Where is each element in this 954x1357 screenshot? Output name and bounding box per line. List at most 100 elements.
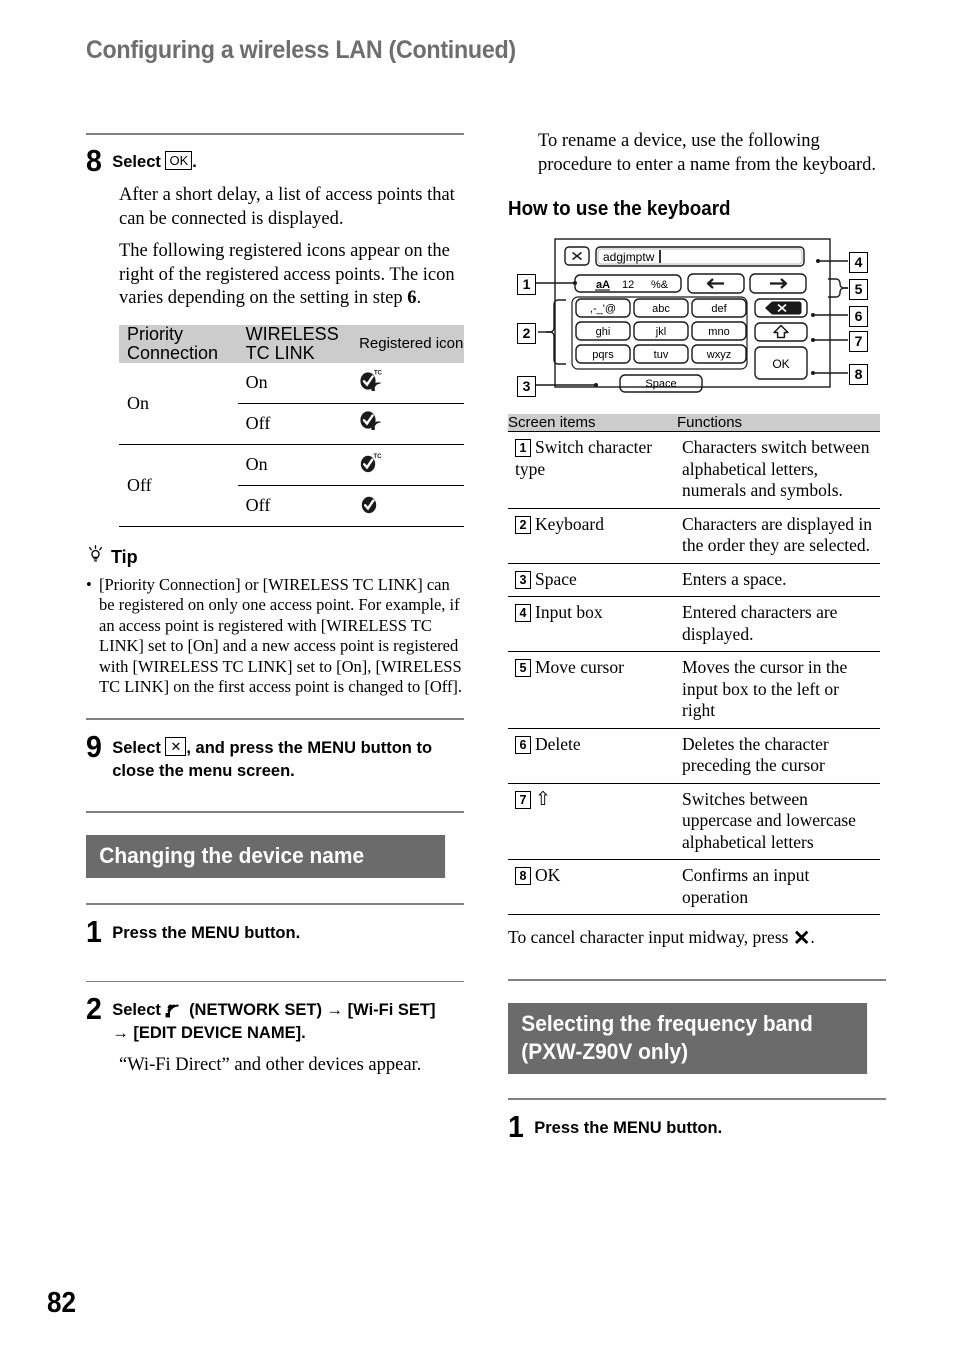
tip-label: Tip: [111, 546, 138, 567]
step-title-line-1: (NETWORK SET) →: [189, 1000, 344, 1019]
heading-line-1: Selecting the frequency band: [521, 1011, 813, 1036]
paragraph-2-text-a: The following registered icons appear on…: [119, 241, 455, 308]
step-8-paragraph-2: The following registered icons appear on…: [119, 240, 464, 311]
cell-tc-on: On: [245, 454, 268, 474]
cell-function: Confirms an input operation: [677, 859, 880, 915]
left-column: 8 Select OK. After a short delay, a list…: [86, 133, 464, 1077]
cell-item: 4 Input box: [508, 596, 677, 652]
lightbulb-icon: [86, 544, 105, 570]
cell-function: Characters are displayed in the order th…: [677, 507, 880, 563]
cell-priority-on: On: [127, 392, 149, 413]
closing-text-a: To cancel character input midway, press: [508, 927, 789, 947]
tip-text: [Priority Connection] or [WIRELESS TC LI…: [99, 574, 463, 697]
svg-text:mno: mno: [708, 326, 729, 338]
page-title: Configuring a wireless LAN (Continued): [86, 36, 516, 64]
numbox-7: 7: [515, 790, 531, 809]
registered-icon-table: Priority Connection WIRELESS TC LINK Reg…: [119, 324, 464, 527]
table-row: 7 ⇧ Switches between uppercase and lowerc…: [508, 782, 880, 860]
callout-7: 7: [849, 331, 868, 352]
tip-heading: Tip: [86, 544, 464, 570]
step-title-prefix: Select: [112, 738, 161, 757]
step-title: Select (NETWORK SET) → [Wi-Fi SET] → [ED…: [112, 994, 437, 1045]
cell-function: Characters switch between alphabetical l…: [677, 431, 880, 508]
paragraph-2-text-b: .: [416, 288, 422, 308]
divider: [508, 1098, 886, 1100]
step-9: 9 Select ✕, and press the MENU button to…: [86, 728, 464, 783]
step-title-suffix: .: [192, 153, 197, 171]
callout-6: 6: [849, 306, 868, 327]
header-wireless-tc-link: WIRELESS TC LINK: [237, 324, 352, 363]
numbox-5: 5: [515, 659, 531, 677]
step-2-paragraph: “Wi-Fi Direct” and other devices appear.: [119, 1054, 422, 1075]
ok-key-glyph: OK: [165, 151, 193, 170]
closing-note: To cancel character input midway, press …: [508, 926, 886, 949]
svg-text:aA: aA: [596, 279, 610, 291]
section-heading-device-name: Changing the device name: [86, 834, 446, 878]
table-row: 2 Keyboard Characters are displayed in th…: [508, 507, 880, 563]
cell-item: 8 OK: [508, 859, 677, 915]
svg-text:,-_'@: ,-_'@: [590, 303, 616, 315]
step-title: Press the MENU button.: [534, 1119, 723, 1137]
tip-body: • [Priority Connection] or [WIRELESS TC …: [86, 575, 464, 698]
header-functions: Functions: [677, 414, 880, 432]
cell-function: Enters a space.: [677, 562, 880, 597]
divider: [86, 810, 464, 813]
cell-icon: [351, 403, 464, 444]
item-label: Move cursor: [535, 657, 624, 677]
numbox-8: 8: [515, 867, 531, 885]
step-number: 1: [508, 1109, 524, 1144]
numbox-1: 1: [515, 439, 531, 457]
item-label: Switch character type: [515, 437, 653, 479]
step-title: Press the MENU button.: [112, 923, 301, 942]
cell-item: 2 Keyboard: [508, 507, 677, 563]
svg-text:pqrs: pqrs: [592, 349, 614, 361]
cancel-x-icon: ✕: [792, 926, 811, 950]
step-8-paragraph-1: After a short delay, a list of access po…: [119, 185, 455, 229]
step-title-suffix: , and press the MENU button to close the…: [112, 738, 433, 780]
step-1: 1 Press the MENU button.: [86, 913, 464, 949]
cell-item: 1 Switch character type: [508, 431, 677, 508]
table-header-row: Priority Connection WIRELESS TC LINK Reg…: [119, 324, 464, 363]
svg-text:tuv: tuv: [654, 349, 669, 361]
cell-icon: TC: [351, 444, 464, 485]
svg-text:TC: TC: [374, 370, 383, 376]
numbox-6: 6: [515, 735, 531, 754]
manual-page: Configuring a wireless LAN (Continued) 8…: [0, 0, 954, 1357]
cell-item: 6 Delete: [508, 727, 677, 783]
check-tc-antenna-icon: TC: [359, 368, 385, 393]
cell-tc-on: On: [245, 372, 268, 392]
svg-text:OK: OK: [772, 357, 789, 371]
right-column: To rename a device, use the following pr…: [508, 130, 886, 1142]
cell-item: 7 ⇧: [508, 782, 677, 860]
header-screen-items: Screen items: [508, 414, 677, 432]
svg-text:jkl: jkl: [655, 326, 666, 338]
cell-priority-off: Off: [127, 474, 152, 495]
cell-item: 3 Space: [508, 562, 677, 597]
header-priority-connection: Priority Connection: [119, 324, 238, 363]
step-title-prefix: Select: [112, 153, 161, 171]
closing-text-b: .: [810, 927, 815, 947]
step-number: 9: [86, 728, 102, 764]
table-row: 4 Input box Entered characters are displa…: [508, 596, 880, 652]
keyboard-diagram: adgjmptw aA 12 %& ,-_'@ abc def ghi jkl …: [508, 235, 886, 400]
cancel-key-glyph: ✕: [165, 736, 187, 756]
cell-item: 5 Move cursor: [508, 651, 677, 728]
item-label: Input box: [535, 602, 603, 622]
step-title: Select OK.: [112, 146, 197, 174]
cell-icon: TC: [351, 363, 464, 404]
step-2: 2 Select (NETWORK SET) → [Wi-Fi SET] → […: [86, 993, 464, 1045]
cell-tc-off: Off: [245, 495, 271, 515]
divider: [86, 902, 464, 905]
divider: [508, 979, 886, 981]
callout-4: 4: [849, 252, 868, 273]
svg-text:TC: TC: [374, 454, 383, 460]
divider: [86, 980, 464, 982]
step-8: 8 Select OK.: [86, 145, 464, 176]
item-label: Space: [535, 568, 577, 589]
table-row: Off On TC: [119, 444, 464, 495]
divider: [86, 133, 464, 135]
step-number: 1: [86, 913, 102, 949]
svg-text:abc: abc: [652, 303, 670, 315]
table-row: 6 Delete Deletes the character preceding …: [508, 727, 880, 783]
step-1: 1 Press the MENU button.: [508, 1109, 886, 1144]
